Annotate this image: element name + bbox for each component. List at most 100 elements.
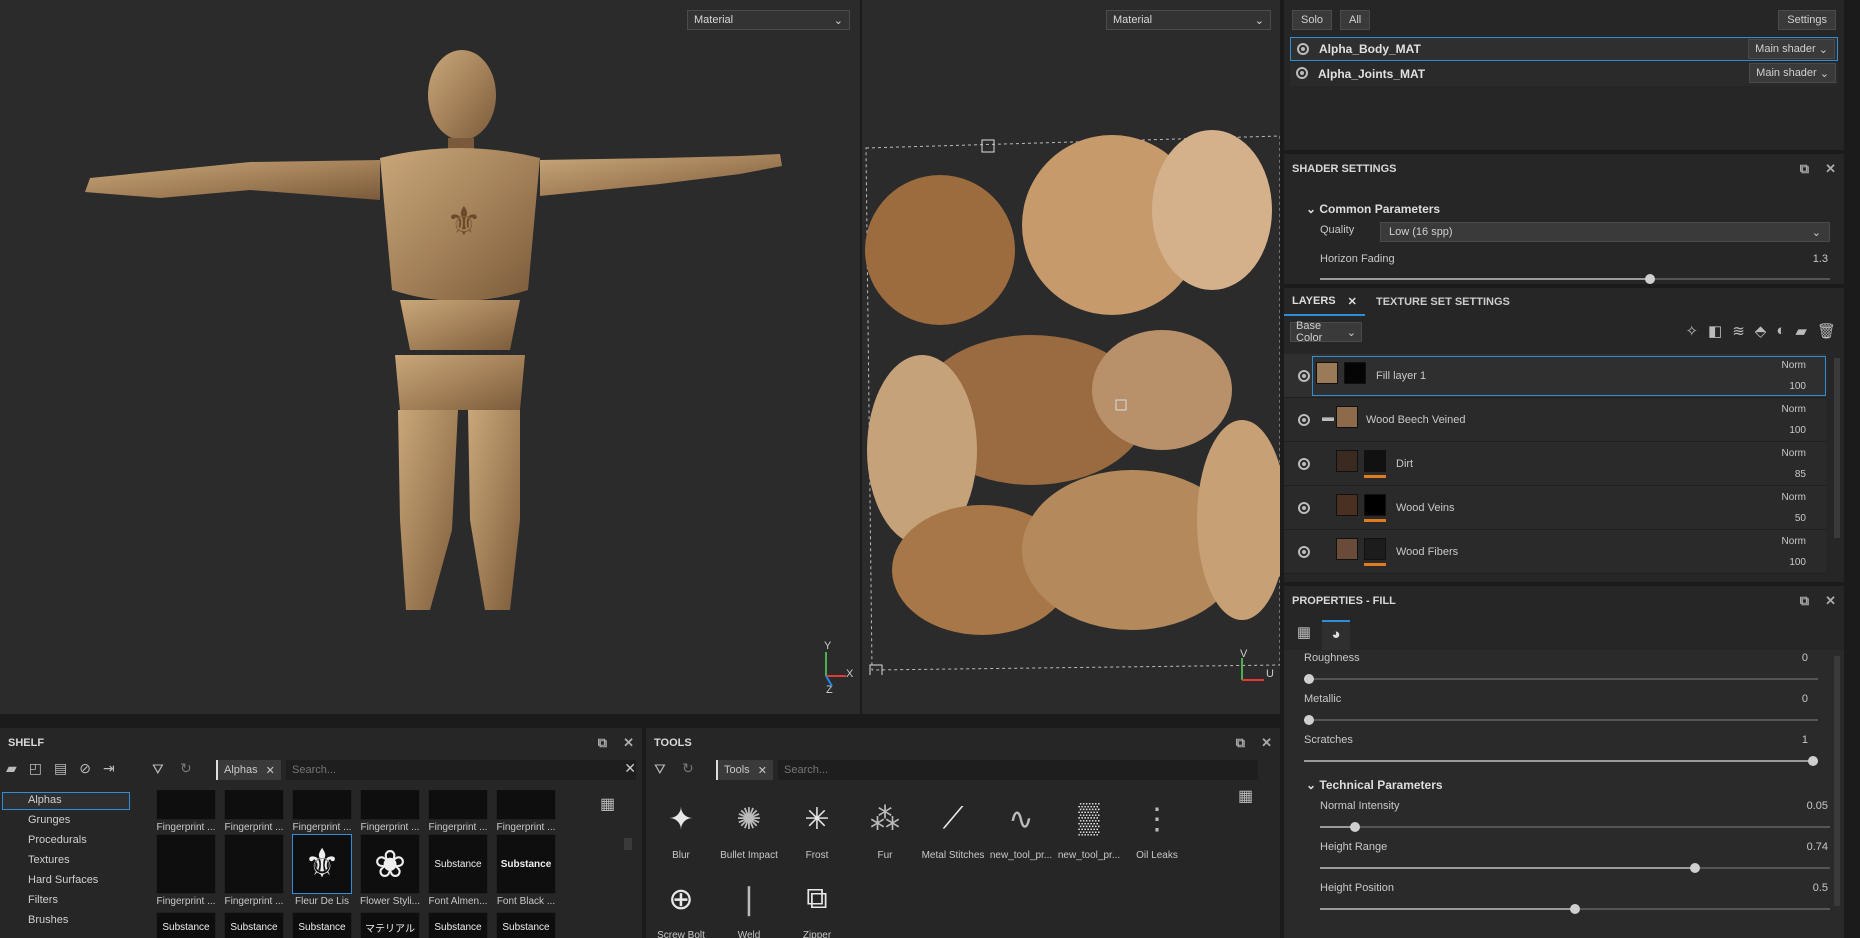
filter-icon[interactable]: ⛛	[654, 761, 666, 778]
layer-row[interactable]: Fill layer 1 Norm 100	[1284, 354, 1826, 398]
tool-item[interactable]: ✳ Frost	[784, 792, 850, 862]
layer-opacity[interactable]: 100	[1789, 557, 1806, 568]
shelf-item[interactable]: Substance	[496, 912, 556, 938]
channel-select[interactable]: Base Color ⌄	[1290, 320, 1362, 344]
visibility-icon[interactable]	[1296, 67, 1308, 79]
shelf-item[interactable]: Substance	[156, 912, 216, 938]
shelf-search-input[interactable]	[286, 760, 636, 780]
normal-intensity-value[interactable]: 0.05	[1768, 800, 1828, 812]
blend-mode[interactable]: Norm	[1782, 492, 1806, 503]
reset-icon[interactable]: ↻	[180, 760, 192, 777]
shelf-item[interactable]: Fingerprint ...	[156, 790, 216, 833]
height-position-slider[interactable]	[1320, 904, 1830, 914]
category-textures[interactable]: Textures	[28, 854, 70, 866]
roughness-value[interactable]: 0	[1748, 652, 1808, 664]
tool-item[interactable]: ⟋ Metal Stitches	[920, 792, 986, 861]
layer-opacity[interactable]: 50	[1795, 513, 1806, 524]
group-header[interactable]: ⌄ Technical Parameters	[1306, 778, 1443, 792]
tool-item[interactable]: ▒ new_tool_pr...	[1056, 792, 1122, 861]
category-alphas[interactable]: Alphas	[28, 794, 62, 806]
layers-scrollbar[interactable]	[1834, 358, 1840, 538]
tab-texture-set-settings[interactable]: TEXTURE SET SETTINGS	[1368, 288, 1518, 316]
grid-view-icon[interactable]: ▦	[600, 794, 615, 814]
height-range-value[interactable]: 0.74	[1768, 841, 1828, 853]
blend-mode[interactable]: Norm	[1782, 448, 1806, 459]
add-layer-icon[interactable]: ≋	[1732, 322, 1745, 340]
delete-icon[interactable]: 🗑	[1817, 322, 1836, 340]
settings-button[interactable]: Settings	[1778, 10, 1836, 30]
visibility-icon[interactable]	[1298, 546, 1310, 558]
layer-row[interactable]: Wood Veins Norm 50	[1284, 486, 1826, 530]
shelf-item[interactable]: Substance	[428, 912, 488, 938]
tool-item[interactable]: ⧉ Zipper	[784, 872, 850, 938]
category-filters[interactable]: Filters	[28, 894, 58, 906]
filter-icon[interactable]: ⛛	[152, 761, 164, 778]
scratches-value[interactable]: 1	[1748, 734, 1808, 746]
close-icon[interactable]: ✕	[1825, 161, 1836, 177]
category-grunges[interactable]: Grunges	[28, 814, 70, 826]
undock-icon[interactable]: ⧉	[1236, 735, 1245, 751]
close-icon[interactable]: ✕	[1825, 593, 1836, 609]
shelf-item[interactable]: ⚜ Fleur De Lis	[292, 834, 352, 907]
viewport-3d[interactable]: Material ⌄ ⚜ Y X Z	[0, 0, 860, 714]
height-range-slider[interactable]	[1320, 863, 1830, 873]
quality-select[interactable]: Low (16 spp) ⌄	[1380, 222, 1830, 242]
tool-item[interactable]: ❘ Weld	[716, 872, 782, 938]
viewport-2d[interactable]: Material ⌄ V U	[862, 0, 1280, 714]
close-icon[interactable]: ✕	[266, 764, 275, 777]
filter-tag[interactable]: Alphas ✕	[216, 760, 281, 780]
blend-mode[interactable]: Norm	[1782, 536, 1806, 547]
hide-icon[interactable]: ⊘	[79, 760, 91, 777]
shelf-scrollbar[interactable]	[624, 838, 632, 850]
tool-item[interactable]: ✦ Blur	[648, 792, 714, 862]
shelf-item[interactable]: Substance	[292, 912, 352, 938]
close-icon[interactable]: ✕	[1348, 295, 1357, 308]
smart-mask-icon[interactable]: ✧	[1685, 322, 1698, 340]
solo-button[interactable]: Solo	[1292, 10, 1333, 30]
viewport-3d-mode-select[interactable]: Material ⌄	[687, 10, 850, 30]
scratches-slider[interactable]	[1304, 756, 1818, 766]
shelf-item[interactable]: ❀ Flower Styli...	[360, 834, 420, 907]
metallic-value[interactable]: 0	[1748, 693, 1808, 705]
reset-icon[interactable]: ↻	[682, 760, 694, 777]
close-icon[interactable]: ✕	[623, 735, 634, 751]
filter-tag[interactable]: Tools ✕	[716, 760, 773, 780]
folder-icon[interactable]: ▰	[6, 760, 17, 777]
shelf-item[interactable]: Fingerprint ...	[428, 790, 488, 833]
layer-opacity[interactable]: 100	[1789, 425, 1806, 436]
category-brushes[interactable]: Brushes	[28, 914, 68, 926]
undock-icon[interactable]: ⧉	[1800, 593, 1809, 609]
category-procedurals[interactable]: Procedurals	[28, 834, 87, 846]
tool-item[interactable]: ⁂ Fur	[852, 792, 918, 862]
all-button[interactable]: All	[1340, 10, 1371, 30]
texture-set-row[interactable]: Alpha_Joints_MAT Main shader ⌄	[1290, 62, 1838, 86]
shelf-item[interactable]: Fingerprint ...	[360, 790, 420, 833]
shelf-item[interactable]: Fingerprint ...	[224, 790, 284, 833]
properties-scrollbar[interactable]	[1834, 656, 1840, 906]
shelf-item[interactable]: Fingerprint ...	[224, 834, 284, 907]
roughness-slider[interactable]	[1304, 674, 1818, 684]
horizon-value[interactable]: 1.3	[1768, 253, 1828, 265]
shelf-item[interactable]: Fingerprint ...	[292, 790, 352, 833]
layer-opacity[interactable]: 100	[1789, 381, 1806, 392]
add-generator-icon[interactable]: ◧	[1708, 322, 1722, 340]
visibility-icon[interactable]	[1298, 370, 1310, 382]
add-fill-layer-icon[interactable]: ⬘	[1755, 322, 1767, 340]
shelf-item[interactable]: Fingerprint ...	[496, 790, 556, 833]
visibility-icon[interactable]	[1298, 502, 1310, 514]
viewport-2d-mode-select[interactable]: Material ⌄	[1106, 10, 1271, 30]
height-position-value[interactable]: 0.5	[1768, 882, 1828, 894]
layer-opacity[interactable]: 85	[1795, 469, 1806, 480]
shader-select[interactable]: Main shader ⌄	[1749, 63, 1836, 83]
layer-row[interactable]: Dirt Norm 85	[1284, 442, 1826, 486]
metallic-slider[interactable]	[1304, 715, 1818, 725]
texture-set-row[interactable]: Alpha_Body_MAT Main shader ⌄	[1290, 37, 1838, 61]
tools-search-input[interactable]	[778, 760, 1258, 780]
import-icon[interactable]: ⇥	[103, 760, 115, 777]
tool-item[interactable]: ⊕ Screw Bolt	[648, 872, 714, 938]
horizon-slider[interactable]	[1320, 274, 1830, 284]
shelf-item[interactable]: Substance Font Almen...	[428, 834, 488, 907]
visibility-icon[interactable]	[1298, 414, 1310, 426]
tab-material-properties[interactable]: ◕	[1322, 620, 1350, 650]
shelf-item[interactable]: Substance Font Black ...	[496, 834, 556, 907]
